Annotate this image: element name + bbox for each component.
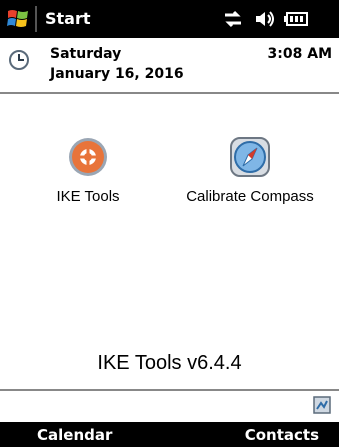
windows-start-icon[interactable] (6, 7, 30, 31)
softkey-bar: Calendar Contacts (0, 422, 339, 447)
notification-tray-icon[interactable] (313, 396, 331, 414)
day-label: Saturday (50, 46, 122, 62)
connectivity-icon[interactable] (222, 8, 244, 30)
volume-icon[interactable] (254, 8, 276, 30)
ike-tools-shortcut[interactable]: IKE Tools (13, 136, 163, 226)
calendar-softkey[interactable]: Calendar (37, 426, 112, 444)
today-date-row[interactable]: Saturday January 16, 2016 3:08 AM (0, 38, 339, 92)
calibrate-compass-shortcut[interactable]: Calibrate Compass (175, 136, 325, 226)
compass-icon (230, 137, 270, 177)
title-separator (35, 6, 37, 32)
title-bar: Start (0, 0, 339, 38)
divider-top (0, 92, 339, 94)
start-label[interactable]: Start (45, 9, 91, 29)
battery-icon[interactable] (283, 8, 309, 30)
time-label: 3:08 AM (267, 46, 332, 62)
date-label: January 16, 2016 (50, 66, 184, 82)
version-text: IKE Tools v6.4.4 (97, 352, 242, 374)
divider-bottom (0, 389, 339, 391)
clock-icon (9, 50, 29, 70)
ike-tools-label: IKE Tools (56, 188, 120, 205)
contacts-softkey[interactable]: Contacts (245, 426, 319, 444)
calibrate-compass-label: Calibrate Compass (186, 188, 314, 205)
ike-tools-icon (69, 138, 107, 176)
